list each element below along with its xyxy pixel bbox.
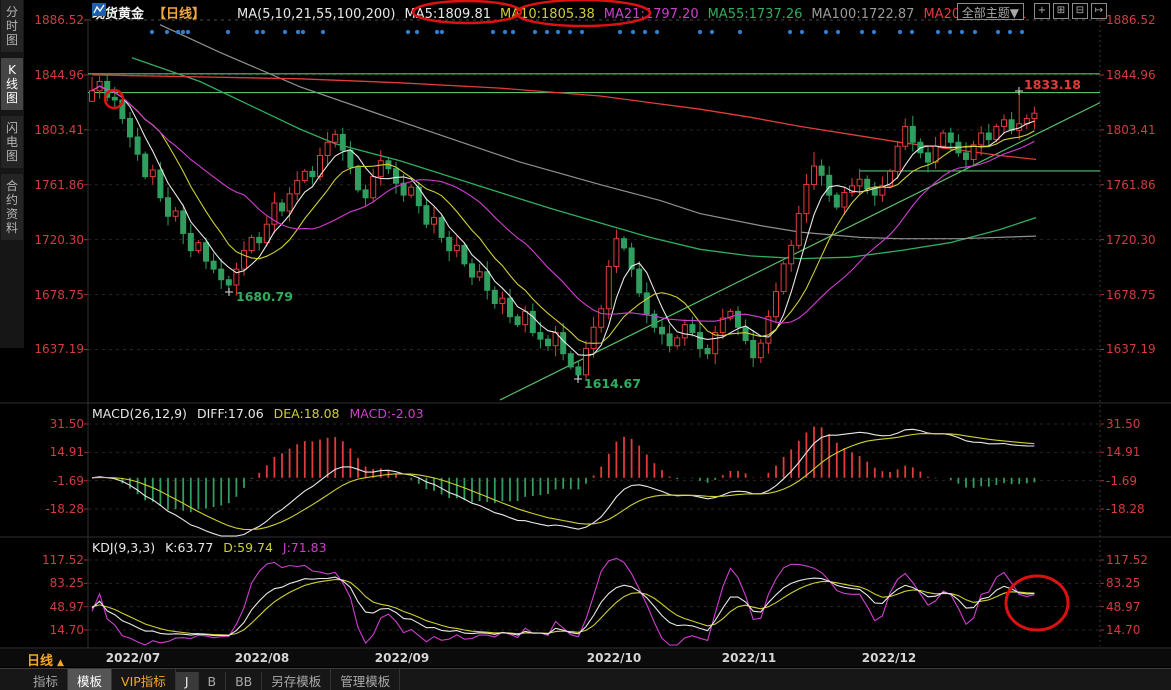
kdj-title: KDJ(9,3,3) [92,540,155,555]
macd-dea-value: DEA:18.08 [274,406,340,421]
chart-header: 现货黄金【日线】MA(5,10,21,55,100,200)MA5:1809.8… [92,3,1045,20]
tab-1[interactable]: 指标 [24,669,68,690]
price-axis-label: 48.97 [1106,600,1140,614]
price-axis-label: 1761.86 [30,178,84,192]
tab-3[interactable]: VIP指标 [112,669,176,690]
price-axis-label: -18.28 [1106,502,1145,516]
ma-value-2: MA10:1805.38 [500,7,595,22]
scale-left-axis-icon[interactable]: ⊞ [1053,3,1069,19]
price-axis-label: -1.69 [30,474,84,488]
month-label: 2022/10 [579,651,649,665]
price-axis-label: 1844.96 [30,68,84,82]
header-controls: 全部主题▼ +⊞⊟↦ [957,3,1107,22]
kdj-j-value: J:71.83 [283,540,327,555]
period-label: 日线 [27,654,53,669]
ma-value-3: MA21:1797.20 [604,7,699,22]
bottom-tab-bar: 指标模板VIP指标JBBB另存模板管理模板 [0,668,1171,690]
month-label: 2022/09 [367,651,437,665]
tab-6[interactable]: BB [226,672,262,690]
month-label: 2022/11 [714,651,784,665]
price-axis-label: 1637.19 [30,342,84,356]
price-axis-label: 14.70 [1106,623,1140,637]
month-label: 2022/07 [98,651,168,665]
macd-value: MACD:-2.03 [350,406,424,421]
price-axis-label: -1.69 [1106,474,1137,488]
price-axis-label: 14.91 [1106,445,1140,459]
arrow-up-icon: ▲ [57,658,64,668]
period-selector[interactable]: 日线 ▲ [27,650,64,669]
ma-value-4: MA55:1737.26 [708,7,803,22]
price-axis-label: 117.52 [1106,553,1148,567]
kdj-header: KDJ(9,3,3) K:63.77 D:59.74 J:71.83 [92,540,327,555]
price-axis-label: 48.97 [30,600,84,614]
theme-dropdown-button[interactable]: 全部主题▼ [957,3,1024,20]
sidebar-item-2[interactable]: K线图 [1,58,23,110]
tab-8[interactable]: 管理模板 [331,669,400,690]
price-axis-label: 83.25 [1106,576,1140,590]
crosshair-icon[interactable]: + [1034,3,1050,19]
price-axis-label: 1803.41 [1106,123,1156,137]
price-axis-label: 1678.75 [1106,288,1156,302]
price-axis-label: 31.50 [30,417,84,431]
date-axis: 日线 ▲ 2022/07 2022/08 2022/09 2022/10 2022/11 2… [0,649,1171,667]
tab-7[interactable]: 另存模板 [262,669,331,690]
tab-4[interactable]: J [176,672,199,690]
price-axis-label: 1720.30 [30,233,84,247]
kdj-k-value: K:63.77 [165,540,213,555]
period-tag: 【日线】 [153,7,205,22]
price-axis-label: 14.91 [30,445,84,459]
kdj-d-value: D:59.74 [223,540,273,555]
ma-value-1: MA5:1809.81 [404,7,491,22]
sidebar: 分时图 K线图闪电图合约资料 [0,0,24,348]
price-axis-label: 1720.30 [1106,233,1156,247]
macd-diff-value: DIFF:17.06 [197,406,264,421]
ma-values: MA5:1809.81 MA10:1805.38 MA21:1797.20 MA55:… [404,7,1035,22]
month-label: 2022/12 [854,651,924,665]
tab-5[interactable]: B [199,672,227,690]
trading-terminal: 1680.791614.671833.18 分时图K线图闪电图合约资料 现货黄金… [0,0,1171,690]
macd-title: MACD(26,12,9) [92,406,187,421]
price-axis-label: 117.52 [30,553,84,567]
macd-header: MACD(26,12,9) DIFF:17.06 DEA:18.08 MACD:-2.… [92,406,424,421]
chart-logo-icon [214,7,228,20]
price-axis-label: 1678.75 [30,288,84,302]
sidebar-item-1[interactable]: 分时图 [1,0,23,52]
price-axis-label: -18.28 [30,502,84,516]
price-axis-label: 1886.52 [1106,13,1156,27]
price-axis-label: 31.50 [1106,417,1140,431]
price-axis-label: 83.25 [30,576,84,590]
sidebar-item-3[interactable]: 闪电图 [1,116,23,168]
ma-settings-label: MA(5,10,21,55,100,200) [237,7,395,22]
month-label: 2022/08 [227,651,297,665]
sidebar-item-4[interactable]: 合约资料 [1,174,23,240]
price-axis-label: 1844.96 [1106,68,1156,82]
tab-2[interactable]: 模板 [68,669,112,690]
price-axis-label: 1803.41 [30,123,84,137]
popout-icon[interactable]: ↦ [1091,3,1107,19]
price-axis-label: 1761.86 [1106,178,1156,192]
scale-right-axis-icon[interactable]: ⊟ [1072,3,1088,19]
price-axis-label: 1637.19 [1106,342,1156,356]
ma-value-5: MA100:1722.87 [811,7,914,22]
price-axis-label: 14.70 [30,623,84,637]
price-axis-label: 1886.52 [30,13,84,27]
